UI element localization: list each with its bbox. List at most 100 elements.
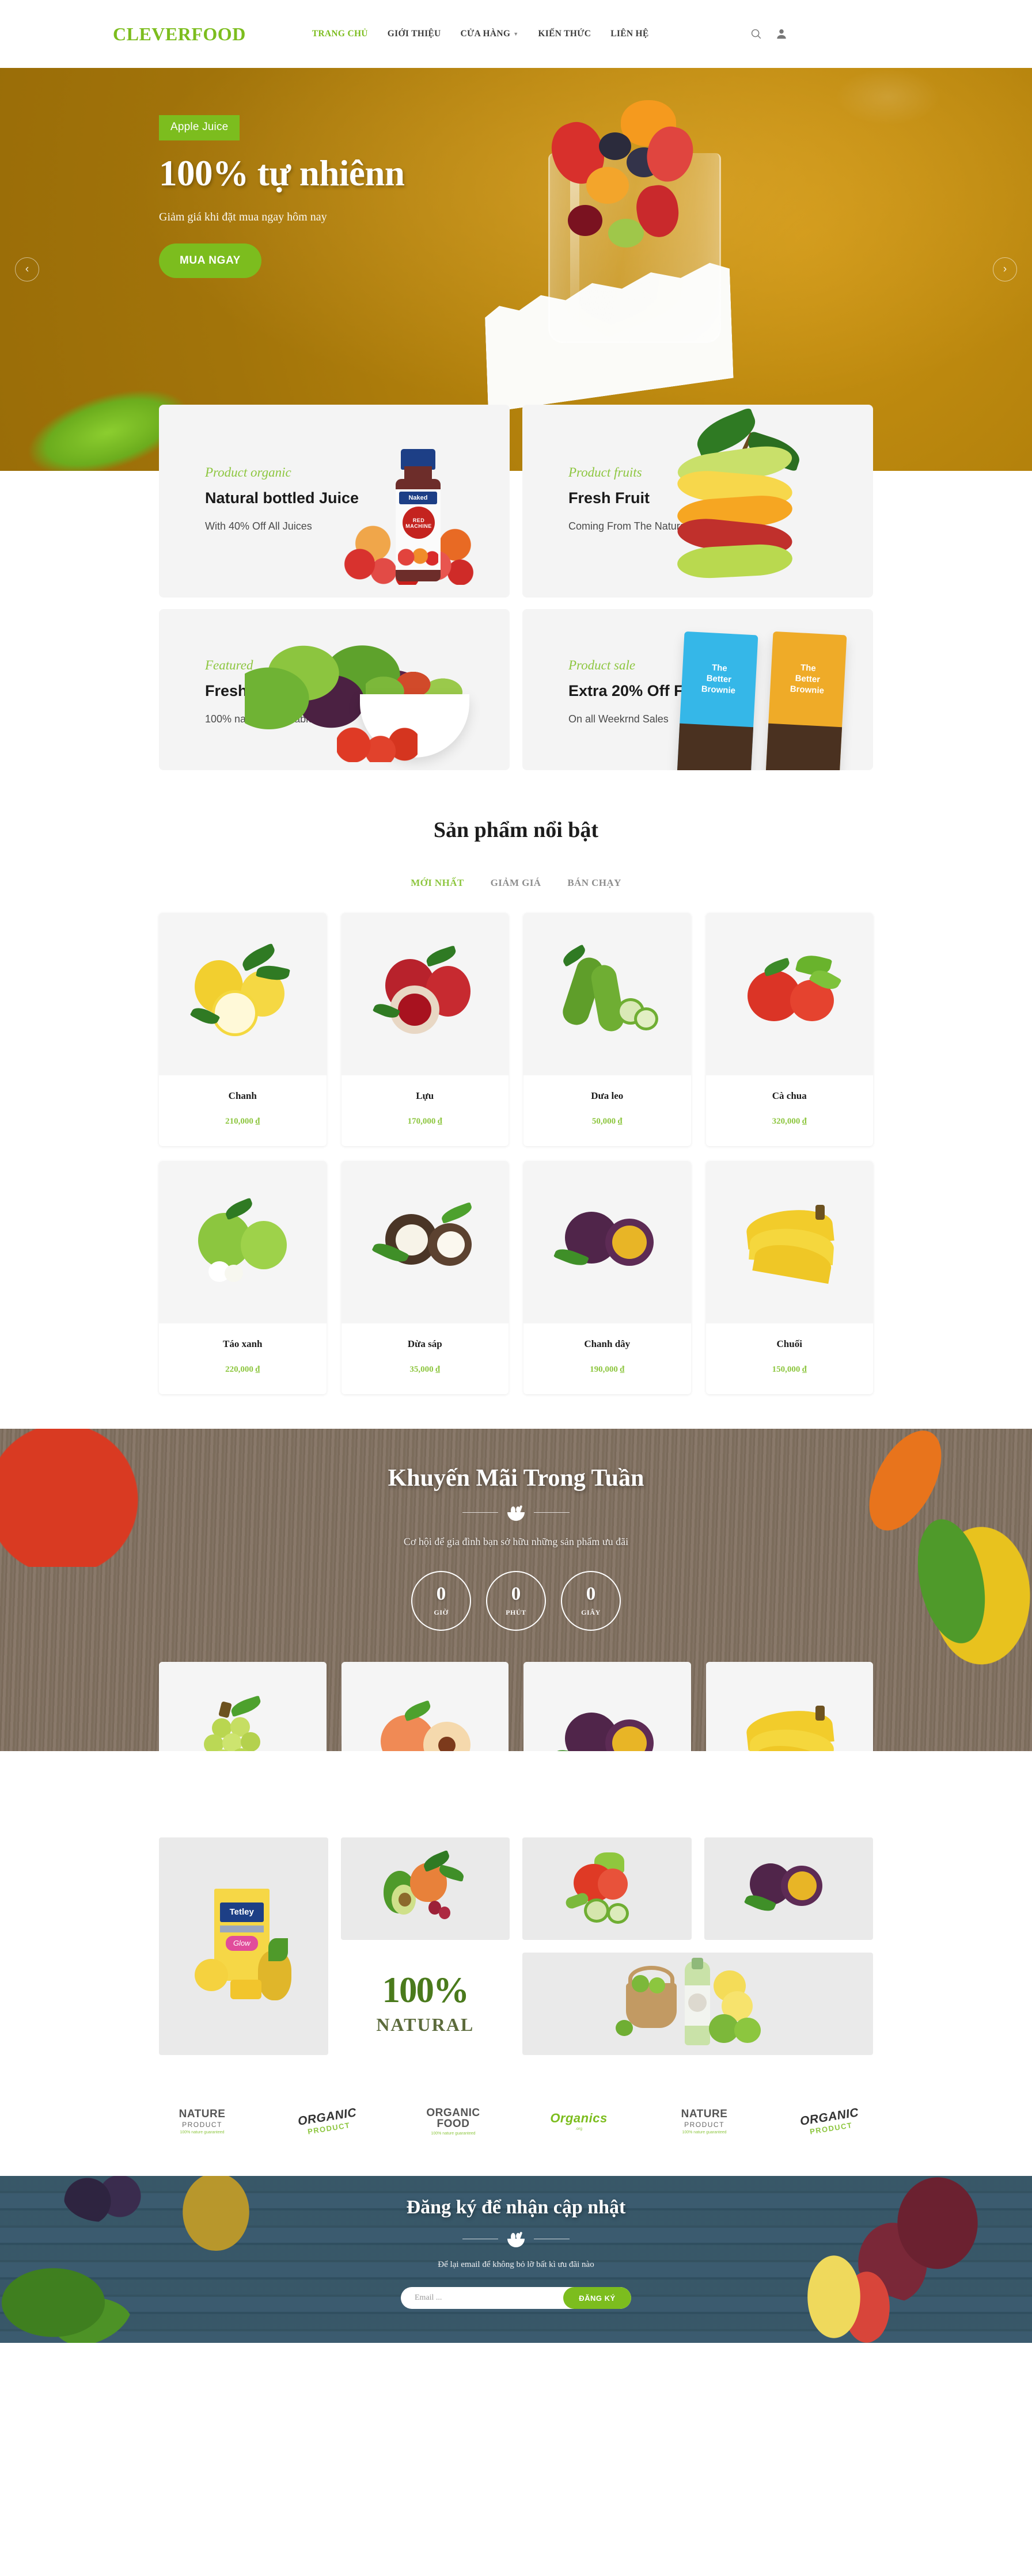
brand-logo-organic-product-1[interactable]: ORGANIC PRODUCT <box>284 2100 371 2143</box>
carousel-prev-button[interactable]: ‹ <box>15 257 39 281</box>
product-image-pomegranate <box>341 913 509 1075</box>
hero-cta-button[interactable]: MUA NGAY <box>159 243 261 279</box>
newsletter-title: Đăng ký để nhận cập nhật <box>406 2197 626 2218</box>
brand-line-3: 100% nature guaranteed <box>682 2130 727 2134</box>
product-image-passion-fruit <box>523 1662 691 1751</box>
gallery-item-tea-box[interactable]: Tetley Glow <box>159 1837 328 2055</box>
tab-bestseller[interactable]: BÁN CHẠY <box>567 877 621 889</box>
nav-label: TRANG CHỦ <box>312 29 368 39</box>
carousel-next-button[interactable]: › <box>993 257 1017 281</box>
product-card[interactable]: Đào 330,000 ₫ <box>341 1662 509 1751</box>
brand-line-1: NATURE <box>179 2107 226 2120</box>
newsletter-section: Đăng ký để nhận cập nhật Để lại email để… <box>0 2176 1032 2343</box>
product-name: Chuối <box>776 1338 802 1349</box>
product-card[interactable]: Chanh dây 190,000 ₫ <box>523 1161 691 1394</box>
product-card[interactable]: Chuối 150,000 ₫ <box>705 1662 873 1751</box>
product-card[interactable]: Chuối 150,000 ₫ <box>705 1161 873 1394</box>
product-card[interactable]: Dưa leo 50,000 ₫ <box>523 913 691 1146</box>
countdown-label: GIÂY <box>581 1608 601 1616</box>
promo-divider <box>0 1504 1032 1521</box>
newsletter-subtitle: Để lại email để không bỏ lỡ bất kì ưu đã… <box>438 2260 594 2269</box>
gallery-item-tomato-cucumber[interactable] <box>522 1837 692 1940</box>
countdown-seconds: 0 GIÂY <box>561 1571 621 1631</box>
product-image-lemon <box>159 913 327 1075</box>
feature-card-juice[interactable]: Product organic Natural bottled Juice Wi… <box>159 405 510 598</box>
product-price: 170,000 ₫ <box>407 1117 442 1126</box>
juice-bottle-image: Naked RED MACHINE <box>320 405 510 598</box>
gallery-item-avocado-mango[interactable] <box>340 1837 510 1940</box>
nav-item-home[interactable]: TRANG CHỦ <box>312 29 368 39</box>
gallery-item-lime-bottle[interactable] <box>522 1953 873 2055</box>
hero-title: 100% tự nhiênn <box>159 153 405 193</box>
countdown-label: PHÚT <box>506 1608 526 1616</box>
brand-logo-organic-food[interactable]: ORGANIC FOOD 100% nature guaranteed <box>410 2100 496 2143</box>
brand-logo-organics-org[interactable]: Organics .org <box>536 2100 622 2143</box>
brand-line-3: 100% nature guaranteed <box>431 2131 476 2136</box>
countdown-value: 0 <box>586 1584 596 1604</box>
brand-line-1: NATURE <box>681 2107 728 2120</box>
countdown-timer: 0 GIỜ 0 PHÚT 0 GIÂY <box>0 1571 1032 1631</box>
countdown-value: 0 <box>436 1584 446 1604</box>
natural-big-text: 100% <box>382 1970 469 2010</box>
promo-title: Khuyến Mãi Trong Tuần <box>388 1465 644 1491</box>
brand-line-1: ORGANIC <box>426 2106 480 2119</box>
newsletter-divider <box>0 2230 1032 2247</box>
product-card[interactable]: Chanh 210,000 ₫ <box>159 913 327 1146</box>
natural-small-text: NATURAL <box>376 2014 475 2035</box>
product-image-cucumber <box>523 913 691 1075</box>
brand-logo-nature-product-2[interactable]: NATURE PRODUCT 100% nature guaranteed <box>661 2100 748 2143</box>
nav-item-about[interactable]: GIỚI THIỆU <box>388 29 441 39</box>
featured-products-section: Sản phẩm nổi bật MỚI NHẤT GIẢM GIÁ BÁN C… <box>0 817 1032 1394</box>
product-price: 150,000 ₫ <box>772 1365 807 1374</box>
product-name: Lựu <box>416 1090 434 1101</box>
promo-subtitle: Cơ hội để gia đình bạn sở hữu những sản … <box>403 1536 629 1547</box>
tab-discount[interactable]: GIẢM GIÁ <box>491 877 541 889</box>
nav-item-knowledge[interactable]: KIẾN THỨC <box>538 29 591 39</box>
search-icon[interactable] <box>750 28 762 40</box>
promo-products-grid: Nho xanh 320,000 ₫ Đào 330,000 ₫ <box>159 1662 873 1751</box>
nav-item-contact[interactable]: LIÊN HỆ <box>610 29 648 39</box>
site-logo[interactable]: CLEVERFOOD <box>113 24 246 45</box>
product-image-green-grapes <box>159 1662 327 1751</box>
feature-card-vegetable[interactable]: Featured Fresh Vegetable Farm 100% natur… <box>159 609 510 770</box>
product-card[interactable]: Cà chua 320,000 ₫ <box>705 913 873 1146</box>
product-card[interactable]: Dừa sáp 35,000 ₫ <box>341 1161 509 1394</box>
product-image-passion-fruit <box>523 1161 691 1323</box>
product-card[interactable]: Lựu 170,000 ₫ <box>341 913 509 1146</box>
site-header: CLEVERFOOD TRANG CHỦ GIỚI THIỆU CỬA HÀNG… <box>0 0 1032 68</box>
nav-item-shop[interactable]: CỬA HÀNG ▼ <box>461 29 519 39</box>
brand-line-2: FOOD <box>437 2117 470 2130</box>
featured-products-grid: Chanh 210,000 ₫ Lựu 170,000 ₫ Dưa leo 50… <box>159 913 873 1394</box>
countdown-label: GIỜ <box>434 1608 449 1616</box>
hero-subtitle: Giảm giá khi đặt mua ngay hôm nay <box>159 211 327 224</box>
product-price: 50,000 ₫ <box>591 1117 623 1126</box>
tab-newest[interactable]: MỚI NHẤT <box>411 877 464 889</box>
countdown-minutes: 0 PHÚT <box>486 1571 546 1631</box>
product-price: 35,000 ₫ <box>409 1365 441 1374</box>
user-icon[interactable] <box>775 28 788 40</box>
product-card[interactable]: Táo xanh 220,000 ₫ <box>159 1161 327 1394</box>
newsletter-form: ĐĂNG KÝ <box>401 2287 631 2309</box>
gallery-item-passion-fruit[interactable] <box>704 1837 873 1940</box>
featured-tabs: MỚI NHẤT GIẢM GIÁ BÁN CHẠY <box>0 877 1032 889</box>
product-card[interactable]: Nho xanh 320,000 ₫ <box>159 1662 327 1751</box>
nav-label: LIÊN HỆ <box>610 29 649 39</box>
countdown-hours: 0 GIỜ <box>411 1571 471 1631</box>
subscribe-button[interactable]: ĐĂNG KÝ <box>563 2287 631 2309</box>
brand-logo-organic-product-2[interactable]: ORGANIC PRODUCT <box>787 2100 873 2143</box>
feature-card-sale[interactable]: Product sale Extra 20% Off Food On all W… <box>522 609 873 770</box>
nav-label: GIỚI THIỆU <box>387 29 441 39</box>
salad-bowl-image <box>245 609 510 770</box>
gallery-section: Tetley Glow 100% NATURAL <box>159 1837 873 2055</box>
product-name: Táo xanh <box>223 1338 263 1349</box>
brand-logo-nature-product-1[interactable]: NATURE PRODUCT 100% nature guaranteed <box>159 2100 245 2143</box>
email-input[interactable] <box>401 2293 563 2303</box>
product-name: Chanh <box>228 1090 257 1101</box>
hero-badge: Apple Juice <box>159 115 240 140</box>
product-price: 210,000 ₫ <box>225 1117 260 1126</box>
brand-line-2: PRODUCT <box>684 2120 724 2129</box>
nav-label: KIẾN THỨC <box>538 29 591 39</box>
feature-card-fruit[interactable]: Product fruits Fresh Fruit Coming From T… <box>522 405 873 598</box>
product-card[interactable]: Chanh dây 190,000 ₫ <box>523 1662 691 1751</box>
product-price: 320,000 ₫ <box>772 1117 807 1126</box>
